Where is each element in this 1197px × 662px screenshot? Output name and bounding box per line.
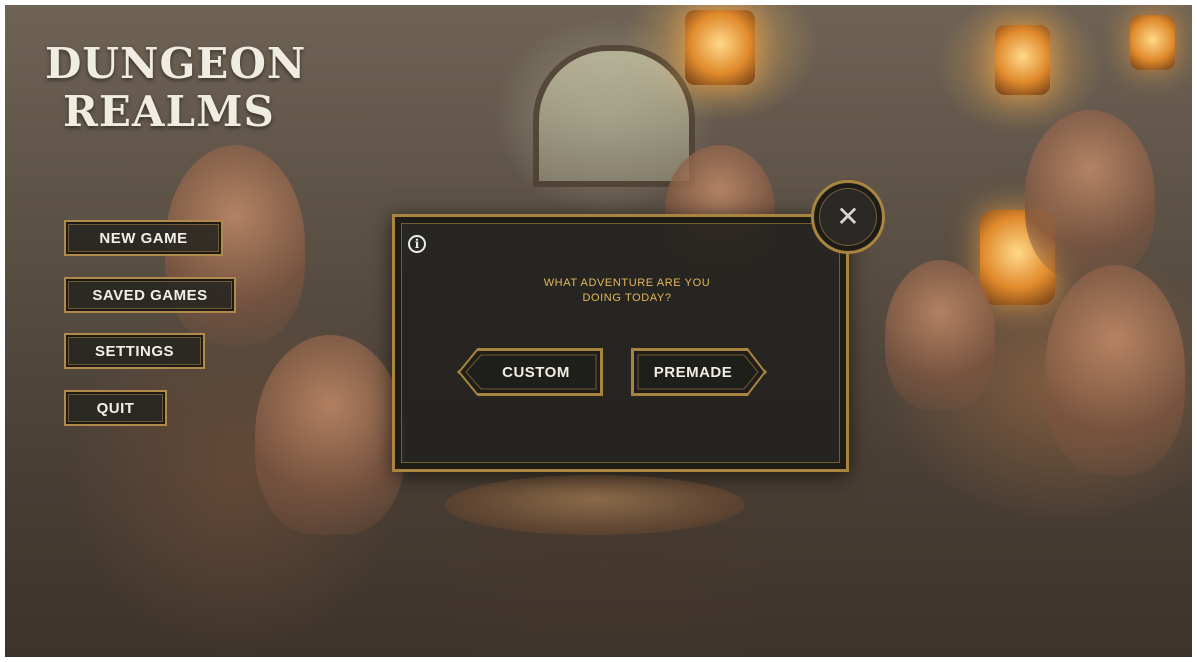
stained-glass-window [533, 45, 695, 187]
close-icon: ✕ [836, 200, 860, 233]
logo-line-2: REALMS [63, 87, 275, 136]
tavern-patron [255, 335, 405, 535]
close-dialog-button[interactable]: ✕ [811, 180, 885, 254]
logo-line-1: DUNGEON [45, 39, 307, 88]
tavern-table [445, 475, 745, 535]
settings-button[interactable]: SETTINGS [64, 333, 205, 369]
hanging-lantern [685, 10, 755, 85]
premade-button-label: PREMADE [653, 363, 733, 381]
hanging-lantern [995, 25, 1050, 95]
dialog-prompt: WHAT ADVENTURE ARE YOU DOING TODAY? [520, 276, 734, 306]
info-icon[interactable]: i [408, 235, 426, 253]
hanging-lantern [1130, 15, 1175, 70]
tavern-patron [1045, 265, 1185, 475]
tavern-patron [1025, 110, 1155, 280]
tavern-patron [885, 260, 995, 410]
premade-button[interactable]: PREMADE [631, 348, 767, 396]
custom-button[interactable]: CUSTOM [457, 348, 603, 396]
quit-button[interactable]: QUIT [64, 390, 167, 426]
prompt-line-2: DOING TODAY? [582, 292, 672, 304]
new-game-button[interactable]: NEW GAME [64, 220, 223, 256]
prompt-line-1: WHAT ADVENTURE ARE YOU [543, 277, 711, 289]
saved-games-button[interactable]: SAVED GAMES [64, 277, 236, 313]
game-logo: DUNGEON REALMS [45, 40, 305, 136]
adventure-dialog [392, 214, 849, 472]
custom-button-label: CUSTOM [502, 363, 570, 381]
